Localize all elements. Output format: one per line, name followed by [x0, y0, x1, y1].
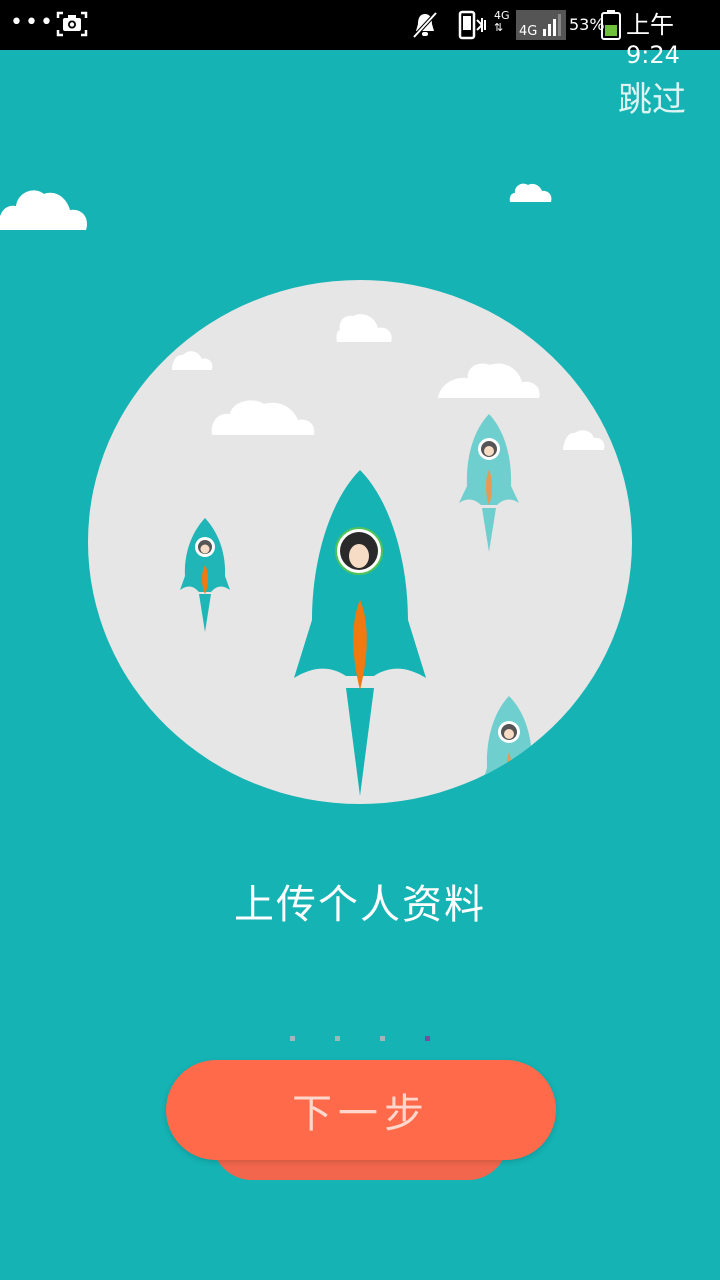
page-dot-2[interactable] [335, 1036, 340, 1041]
page-title: 上传个人资料 [234, 882, 486, 928]
onboarding-illustration [0, 183, 632, 804]
page-indicator [0, 1036, 720, 1042]
next-button-label: 下一步 [292, 1091, 430, 1137]
page-dot-1[interactable] [290, 1036, 295, 1041]
cloud-icon [509, 183, 552, 202]
next-button[interactable]: 下一步 [166, 1060, 556, 1160]
page-dot-3[interactable] [380, 1036, 385, 1041]
cloud-icon [0, 190, 87, 230]
page-dot-4[interactable] [425, 1036, 430, 1041]
